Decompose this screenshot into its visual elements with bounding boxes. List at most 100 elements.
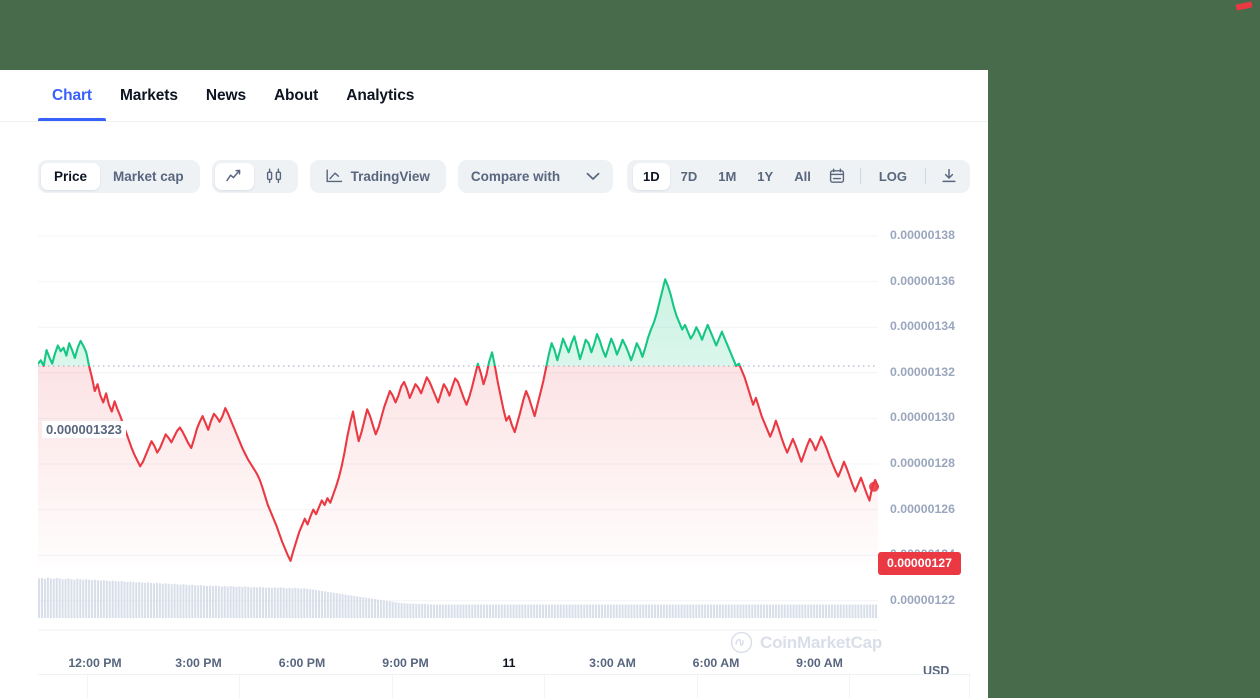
- volume-bar: [144, 582, 147, 618]
- volume-bar: [819, 604, 822, 618]
- price-chart[interactable]: 0.00000138 0.00000136 0.00000134 0.00000132…: [38, 218, 968, 678]
- volume-bar: [816, 604, 819, 618]
- volume-bar: [179, 584, 182, 618]
- download-icon[interactable]: [934, 163, 964, 190]
- volume-bar: [182, 584, 185, 618]
- x-axis-label: 6:00 AM: [692, 656, 740, 670]
- volume-bar: [665, 604, 668, 618]
- volume-bar: [350, 595, 353, 618]
- volume-bar: [359, 596, 362, 618]
- calendar-icon[interactable]: [822, 163, 852, 190]
- volume-bar: [108, 581, 111, 618]
- y-axis-label: 0.00000128: [890, 456, 955, 470]
- volume-bar: [671, 604, 674, 618]
- tab-about[interactable]: About: [260, 70, 332, 121]
- volume-bar: [441, 604, 444, 618]
- volume-bar: [126, 582, 129, 618]
- volume-bar: [456, 604, 459, 618]
- range-option-all[interactable]: All: [784, 163, 821, 190]
- range-option-1y[interactable]: 1Y: [747, 163, 783, 190]
- range-selector-group: 1D 7D 1M 1Y All LOG: [626, 159, 970, 193]
- volume-bar: [748, 604, 751, 618]
- volume-bar: [61, 579, 64, 618]
- volume-bar: [539, 604, 542, 618]
- markets-table-header-peek: [38, 674, 971, 698]
- tab-markets[interactable]: Markets: [106, 70, 192, 121]
- log-scale-button[interactable]: LOG: [869, 163, 917, 190]
- volume-bar: [376, 599, 379, 618]
- table-header-cell: [850, 675, 971, 698]
- volume-bar: [465, 604, 468, 618]
- volume-bar: [167, 583, 170, 618]
- range-option-7d[interactable]: 7D: [671, 163, 708, 190]
- tab-news[interactable]: News: [192, 70, 260, 121]
- volume-bar: [409, 603, 412, 618]
- volume-bar: [848, 604, 851, 618]
- volume-bar: [766, 604, 769, 618]
- volume-bar: [830, 604, 833, 618]
- chart-toolbar: Price Market cap TradingView Compare wit…: [38, 158, 970, 194]
- volume-bar: [477, 604, 480, 618]
- volume-bar: [132, 582, 135, 618]
- table-header-cell: [88, 675, 241, 698]
- volume-bar: [264, 587, 267, 618]
- volume-bar: [43, 578, 46, 618]
- volume-bar: [353, 595, 356, 618]
- volume-bar: [875, 604, 878, 618]
- volume-bar: [223, 586, 226, 618]
- volume-bar: [742, 604, 745, 618]
- volume-bar: [627, 604, 630, 618]
- volume-bar: [341, 594, 344, 618]
- volume-bar: [774, 604, 777, 618]
- volume-bar: [379, 600, 382, 618]
- x-axis-label: 11: [502, 656, 516, 670]
- volume-bar: [285, 588, 288, 618]
- volume-bar: [659, 604, 662, 618]
- x-axis-label: 3:00 AM: [589, 656, 636, 670]
- volume-bar: [208, 585, 211, 618]
- volume-bar: [857, 604, 860, 618]
- volume-bar: [547, 604, 550, 618]
- candlestick-icon[interactable]: [254, 163, 295, 190]
- volume-bar: [256, 587, 259, 618]
- volume-bar: [833, 604, 836, 618]
- line-chart-icon[interactable]: [214, 162, 254, 190]
- range-option-1d[interactable]: 1D: [632, 162, 670, 190]
- compare-with-dropdown[interactable]: Compare with: [457, 159, 613, 193]
- range-option-1m[interactable]: 1M: [708, 163, 746, 190]
- volume-bar: [727, 604, 730, 618]
- tradingview-button[interactable]: TradingView: [309, 159, 446, 193]
- volume-bar: [294, 587, 297, 618]
- volume-bar: [633, 604, 636, 618]
- section-tabs: Chart Markets News About Analytics: [0, 70, 988, 122]
- volume-bar: [326, 591, 329, 618]
- volume-bar: [651, 604, 654, 618]
- volume-bar: [270, 587, 273, 618]
- volume-bar: [161, 583, 164, 618]
- tab-chart[interactable]: Chart: [38, 70, 106, 121]
- price-chart-canvas[interactable]: [38, 218, 968, 678]
- volume-bar: [250, 587, 253, 618]
- volume-bar: [421, 604, 424, 618]
- metric-option-market-cap[interactable]: Market cap: [100, 163, 197, 190]
- volume-bar: [839, 604, 842, 618]
- volume-bar: [76, 578, 79, 618]
- volume-bar: [595, 604, 598, 618]
- metric-option-price[interactable]: Price: [41, 162, 101, 190]
- volume-bar: [253, 586, 256, 618]
- corner-artifact: [1235, 1, 1253, 11]
- volume-bar: [288, 587, 291, 618]
- volume-bar: [500, 604, 503, 618]
- table-header-cell: [38, 675, 88, 698]
- volume-bar: [173, 583, 176, 618]
- volume-bar: [553, 604, 556, 618]
- compare-with-label: Compare with: [470, 168, 561, 184]
- volume-bar: [680, 604, 683, 618]
- volume-bar: [559, 604, 562, 618]
- tradingview-button-inner[interactable]: TradingView: [313, 163, 443, 190]
- volume-bar: [312, 589, 315, 618]
- volume-bar: [745, 604, 748, 618]
- volume-bar: [450, 604, 453, 618]
- y-axis-label: 0.00000132: [890, 364, 955, 379]
- tab-analytics[interactable]: Analytics: [332, 70, 428, 121]
